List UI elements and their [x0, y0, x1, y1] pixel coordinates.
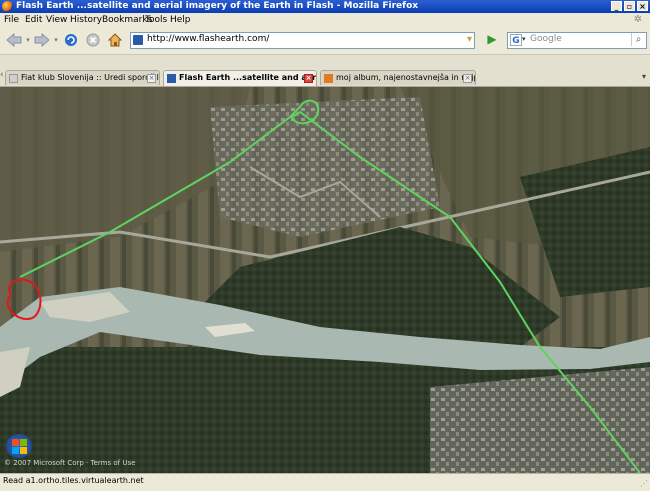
tab-favicon-icon: [324, 74, 333, 83]
tab-label: Fiat klub Slovenija :: Uredi sporočilo: [21, 73, 160, 82]
home-button[interactable]: [106, 31, 124, 49]
navigation-toolbar: ▾ ▾ http://www.flashearth.com/ ▾ ▶ G ▾ G…: [0, 27, 650, 55]
map-copyright[interactable]: © 2007 Microsoft Corp · Terms of Use: [4, 459, 135, 467]
tab-label: Flash Earth ...satellite and aerial i...: [179, 73, 316, 82]
menu-history[interactable]: History: [70, 15, 102, 25]
throbber-icon: ✲: [633, 14, 643, 25]
tab-flash-earth[interactable]: Flash Earth ...satellite and aerial i...…: [163, 70, 317, 86]
tab-close-icon[interactable]: ×: [463, 74, 472, 83]
tab-fiat-klub[interactable]: Fiat klub Slovenija :: Uredi sporočilo ×: [5, 70, 160, 85]
search-magnifier-icon[interactable]: ⌕: [631, 33, 645, 46]
reload-icon: [65, 34, 77, 46]
forward-arrow-icon: [34, 32, 50, 48]
tab-close-icon[interactable]: ×: [304, 74, 313, 83]
tab-bar: ‹ Fiat klub Slovenija :: Uredi sporočilo…: [0, 55, 650, 87]
stop-icon: [86, 33, 100, 47]
menu-help[interactable]: Help: [170, 15, 191, 25]
tab-favicon-icon: [167, 74, 176, 83]
tab-moj-album[interactable]: moj album, najenostavnejša in najpriji..…: [320, 70, 476, 85]
menu-bar: File Edit View History Bookmarks Tools H…: [0, 13, 650, 27]
tab-list-dropdown-icon[interactable]: ▾: [642, 72, 646, 81]
go-button[interactable]: ▶: [485, 32, 499, 47]
minimize-button[interactable]: _: [611, 1, 622, 11]
status-bar: Read a1.ortho.tiles.virtualearth.net ⋰: [0, 473, 650, 489]
close-button[interactable]: ×: [637, 1, 648, 11]
resize-grip-icon[interactable]: ⋰: [640, 477, 648, 491]
status-text: Read a1.ortho.tiles.virtualearth.net: [3, 476, 144, 485]
bookmark-star-icon[interactable]: ▾: [467, 34, 472, 45]
map-imagery[interactable]: [0, 87, 650, 473]
menu-tools[interactable]: Tools: [145, 15, 167, 25]
search-box[interactable]: G ▾ Google ⌕: [507, 32, 647, 49]
window-titlebar: Flash Earth ...satellite and aerial imag…: [0, 0, 650, 13]
home-icon: [107, 33, 123, 47]
menu-file[interactable]: File: [4, 15, 19, 25]
maximize-button[interactable]: ▫: [624, 1, 635, 11]
back-arrow-icon: [6, 32, 22, 48]
address-bar[interactable]: http://www.flashearth.com/ ▾: [130, 32, 475, 49]
back-button[interactable]: [4, 31, 24, 49]
window-title: Flash Earth ...satellite and aerial imag…: [16, 1, 419, 11]
tab-favicon-icon: [9, 74, 18, 83]
forward-button[interactable]: [32, 31, 52, 49]
address-url[interactable]: http://www.flashearth.com/: [147, 34, 269, 44]
site-favicon-icon: [133, 35, 143, 45]
search-engine-icon[interactable]: G: [510, 34, 522, 46]
search-engine-dropdown-icon[interactable]: ▾: [522, 35, 526, 43]
satellite-map[interactable]: © 2007 Microsoft Corp · Terms of Use: [0, 87, 650, 473]
stop-button[interactable]: [84, 31, 102, 49]
reload-button[interactable]: [62, 31, 80, 49]
firefox-icon: [2, 1, 13, 12]
forward-history-dropdown[interactable]: ▾: [52, 31, 60, 49]
menu-edit[interactable]: Edit: [25, 15, 42, 25]
back-history-dropdown[interactable]: ▾: [24, 31, 32, 49]
microsoft-logo-icon: [6, 434, 32, 458]
menu-view[interactable]: View: [46, 15, 67, 25]
search-input[interactable]: Google: [530, 34, 562, 44]
tab-close-icon[interactable]: ×: [147, 74, 156, 83]
tab-label: moj album, najenostavnejša in najpriji..…: [336, 73, 475, 82]
